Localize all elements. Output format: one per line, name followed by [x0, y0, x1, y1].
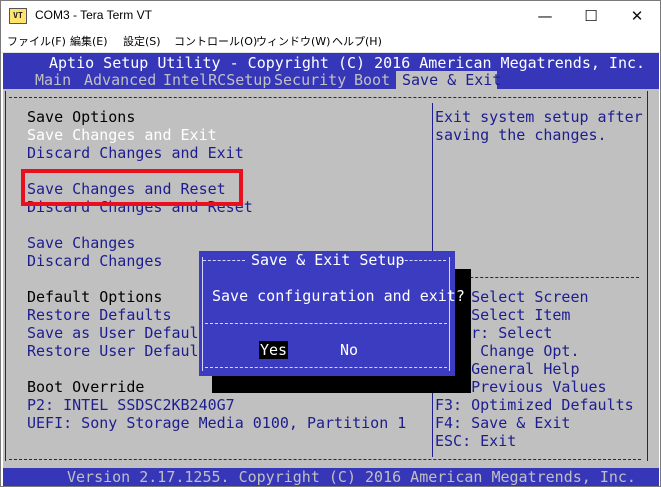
maximize-button[interactable]: ☐	[568, 1, 614, 31]
key-hint-optimized-defaults: F3: Optimized Defaults	[435, 396, 634, 414]
menu-edit[interactable]: 編集(E)	[70, 33, 108, 49]
menu-restore-defaults[interactable]: Restore Defaults	[27, 306, 172, 324]
minimize-button[interactable]: —	[522, 1, 568, 31]
tera-term-app-icon[interactable]: VT	[9, 8, 27, 24]
menu-file[interactable]: ファイル(F)	[7, 33, 66, 49]
menu-restore-user-defaults[interactable]: Restore User Defaults	[27, 342, 217, 360]
key-hint-save-exit: F4: Save & Exit	[435, 414, 571, 432]
heading-boot-override: Boot Override	[27, 378, 145, 396]
window-title: COM3 - Tera Term VT	[35, 8, 152, 22]
tab-boot[interactable]: Boot	[354, 71, 390, 89]
heading-default-options: Default Options	[27, 288, 163, 306]
dialog-left-border	[202, 257, 203, 371]
frame-right-border	[647, 91, 648, 461]
tab-save-exit[interactable]: Save & Exit	[402, 71, 501, 89]
tab-security[interactable]: Security	[274, 71, 346, 89]
dialog-top-border-right	[400, 260, 446, 261]
frame-bottom-border	[9, 459, 641, 460]
menu-save-changes-and-exit[interactable]: Save Changes and Exit	[27, 126, 217, 144]
menu-setup[interactable]: 設定(S)	[123, 33, 161, 49]
menu-help[interactable]: ヘルプ(H)	[332, 33, 382, 49]
dialog-no-button[interactable]: No	[340, 341, 358, 359]
dialog-bottom-border	[205, 367, 447, 368]
menu-save-changes[interactable]: Save Changes	[27, 234, 135, 252]
menu-discard-changes-and-exit[interactable]: Discard Changes and Exit	[27, 144, 244, 162]
bios-title: Aptio Setup Utility - Copyright (C) 2016…	[49, 54, 646, 72]
menu-control[interactable]: コントロール(O)	[174, 33, 257, 49]
dialog-right-border	[449, 257, 450, 371]
dialog-top-border-left	[203, 260, 245, 261]
key-hint-esc-exit: ESC: Exit	[435, 432, 517, 450]
save-exit-dialog	[199, 251, 455, 376]
dialog-question: Save configuration and exit?	[212, 287, 465, 305]
tab-main[interactable]: Main	[35, 71, 71, 89]
frame-top-border	[9, 97, 641, 98]
title-bar[interactable]: VT COM3 - Tera Term VT — ☐ ✕	[1, 1, 660, 31]
menu-save-user-defaults[interactable]: Save as User Defaults	[27, 324, 217, 342]
help-text-line-1: Exit system setup after	[435, 108, 643, 126]
dialog-title: Save & Exit Setup	[251, 251, 405, 269]
help-text-line-2: saving the changes.	[435, 126, 607, 144]
red-annotation-box	[21, 169, 243, 206]
menu-bar: ファイル(F) 編集(E) 設定(S) コントロール(O) ウィンドウ(W) ヘ…	[1, 31, 660, 53]
frame-left-border	[5, 91, 6, 461]
dialog-yes-button[interactable]: Yes	[260, 341, 287, 359]
tera-term-window: VT COM3 - Tera Term VT — ☐ ✕ ファイル(F) 編集(…	[0, 0, 661, 487]
menu-discard-changes[interactable]: Discard Changes	[27, 252, 162, 270]
menu-boot-uefi-sony[interactable]: UEFI: Sony Storage Media 0100, Partition…	[27, 414, 406, 432]
close-button[interactable]: ✕	[614, 1, 660, 31]
dialog-separator	[205, 323, 447, 324]
terminal-screen[interactable]: Aptio Setup Utility - Copyright (C) 2016…	[3, 53, 659, 486]
tab-intelrcsetup[interactable]: IntelRCSetup	[163, 71, 271, 89]
tab-advanced[interactable]: Advanced	[84, 71, 156, 89]
menu-window[interactable]: ウィンドウ(W)	[256, 33, 330, 49]
bios-version-text: Version 2.17.1255. Copyright (C) 2016 Am…	[67, 468, 636, 486]
heading-save-options: Save Options	[27, 108, 136, 126]
menu-boot-p2-intel-ssd[interactable]: P2: INTEL SSDSC2KB240G7	[27, 396, 235, 414]
